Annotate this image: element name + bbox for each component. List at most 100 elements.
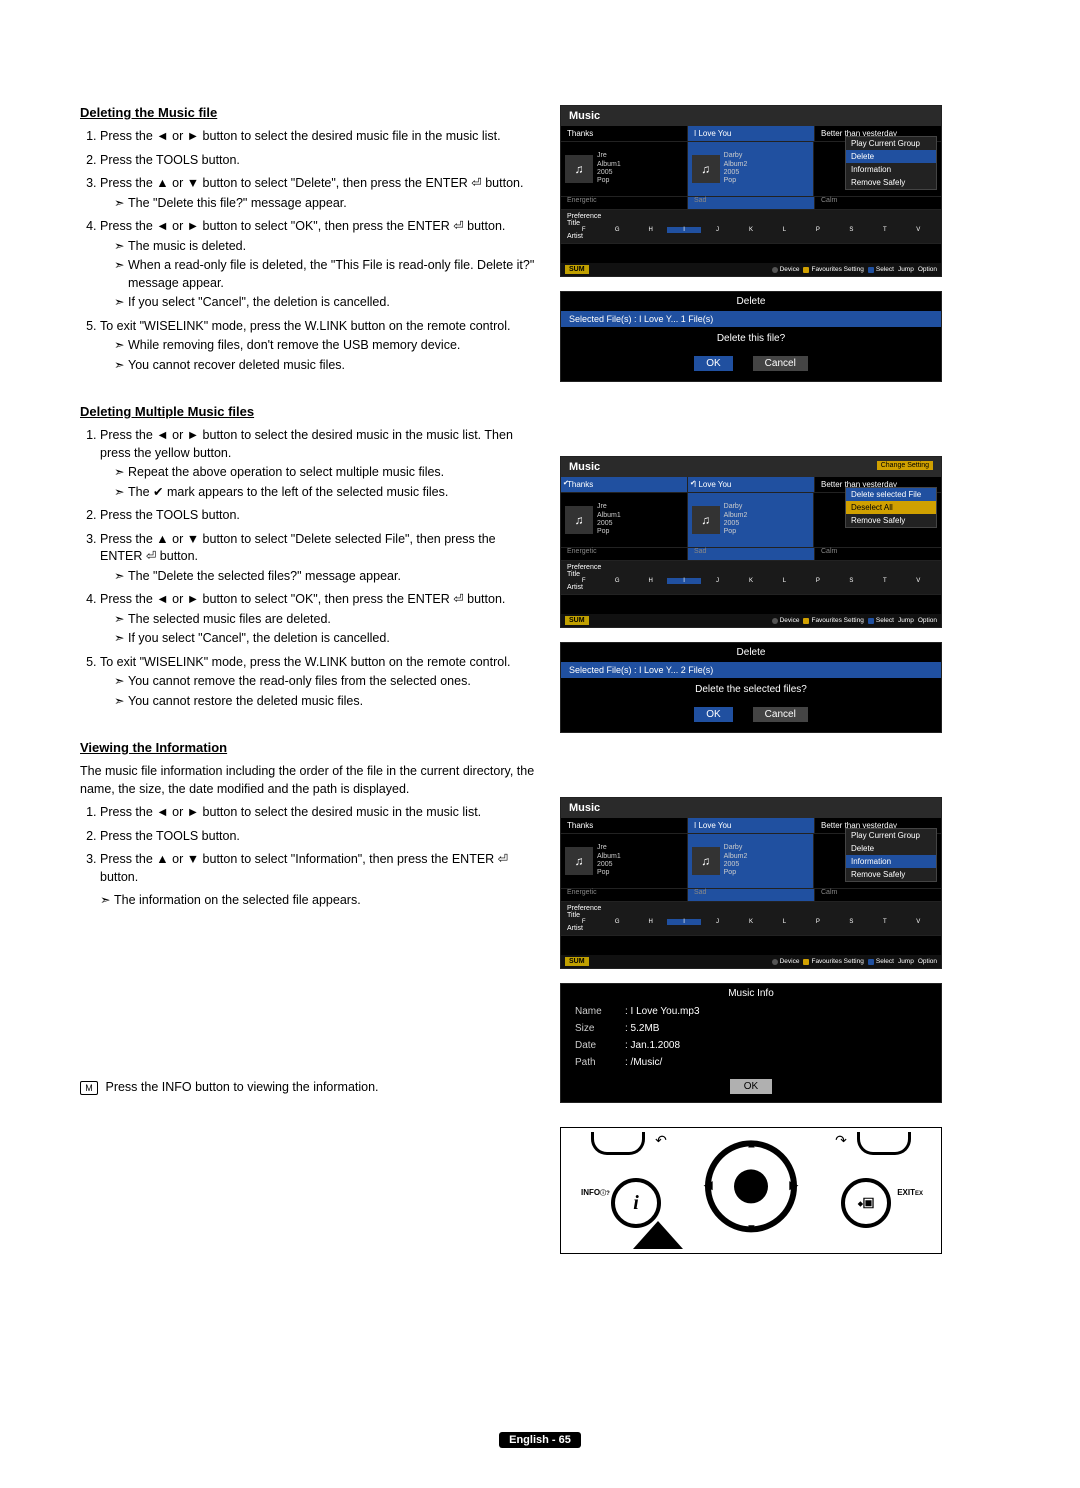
rating-label: Calm <box>815 197 941 209</box>
step-text: Press the ◄ or ► button to select the de… <box>100 129 501 143</box>
cancel-button[interactable]: Cancel <box>753 356 808 371</box>
step: To exit "WISELINK" mode, press the W.LIN… <box>100 654 540 711</box>
step: Press the ▲ or ▼ button to select "Infor… <box>100 851 540 886</box>
sum-badge: SUM <box>565 957 589 966</box>
pref-label: Preference <box>567 213 935 220</box>
step: Press the ▲ or ▼ button to select "Delet… <box>100 531 540 586</box>
tab-selected[interactable]: I Love You <box>688 126 815 141</box>
note: The information on the selected file app… <box>100 892 540 910</box>
music-icon: ♫ <box>565 506 593 534</box>
note: You cannot recover deleted music files. <box>114 357 540 375</box>
step-text: Press the ▲ or ▼ button to select "Infor… <box>100 852 508 884</box>
dialog-question: Delete the selected files? <box>561 678 941 701</box>
artist: Darby <box>724 152 743 159</box>
note: If you select "Cancel", the deletion is … <box>114 294 540 312</box>
tools-popup-menu: Play Current Group Delete Information Re… <box>845 136 937 190</box>
foot-select: Select <box>876 617 894 624</box>
tab-selected[interactable]: I Love You <box>688 818 815 833</box>
genre: Pop <box>724 177 736 184</box>
foot-option: Option <box>918 617 937 624</box>
music-item-selected[interactable]: ♫ DarbyAlbum22005Pop <box>688 493 815 547</box>
delete-selected-dialog: Delete Selected File(s) : I Love Y... 2 … <box>560 642 942 733</box>
album: Album1 <box>597 853 621 860</box>
menu-item[interactable]: Play Current Group <box>846 829 936 842</box>
info-key: Size <box>575 1023 625 1034</box>
dialog-selected-files: Selected File(s) : I Love Y... 1 File(s) <box>561 311 941 327</box>
sum-badge: SUM <box>565 616 589 625</box>
foot-fav: Favourites Setting <box>811 617 863 624</box>
menu-item[interactable]: Remove Safely <box>846 176 936 189</box>
change-setting-badge: Change Setting <box>877 461 933 470</box>
info-value: : /Music/ <box>625 1057 662 1068</box>
tab[interactable]: Thanks <box>561 126 688 141</box>
menu-item[interactable]: Remove Safely <box>846 514 936 527</box>
artist: Jre <box>597 152 607 159</box>
tab-checked-selected[interactable]: I Love You <box>688 477 815 492</box>
music-item-selected[interactable]: ♫ DarbyAlbum22005Pop <box>688 142 815 196</box>
menu-item[interactable]: Remove Safely <box>846 868 936 881</box>
arrow-down-icon[interactable]: ▼ <box>746 1222 757 1234</box>
foot-fav: Favourites Setting <box>811 266 863 273</box>
music-item[interactable]: ♫ JreAlbum12005Pop <box>561 834 688 888</box>
info-value: : 5.2MB <box>625 1023 659 1034</box>
tab-checked[interactable]: Thanks <box>561 477 688 492</box>
enter-button[interactable] <box>734 1169 768 1203</box>
artist: Darby <box>724 503 743 510</box>
ok-button[interactable]: OK <box>730 1079 772 1094</box>
ok-button[interactable]: OK <box>694 707 732 722</box>
note: Repeat the above operation to select mul… <box>114 464 540 482</box>
step-text: Press the TOOLS button. <box>100 508 240 522</box>
artist: Darby <box>724 844 743 851</box>
step-text: To exit "WISELINK" mode, press the W.LIN… <box>100 655 510 669</box>
dialog-title: Music Info <box>561 984 941 1003</box>
menu-item[interactable]: Play Current Group <box>846 137 936 150</box>
step: Press the ◄ or ► button to select the de… <box>100 804 540 822</box>
music-icon: ♫ <box>692 506 720 534</box>
info-button-note: M Press the INFO button to viewing the i… <box>80 1080 540 1095</box>
album: Album1 <box>597 161 621 168</box>
note: If you select "Cancel", the deletion is … <box>114 630 540 648</box>
note: You cannot remove the read-only files fr… <box>114 673 540 691</box>
section-intro: The music file information including the… <box>80 763 540 798</box>
menu-item-selected[interactable]: Delete selected File <box>846 488 936 501</box>
exit-button[interactable]: ⬩▣ <box>841 1178 891 1228</box>
footer-bar: SUM Device Favourites Setting Select Jum… <box>561 614 941 627</box>
music-list-screen-delete-selected: MusicChange Setting Thanks I Love You Be… <box>560 456 942 628</box>
step-text: Press the ◄ or ► button to select "OK", … <box>100 219 505 233</box>
menu-item-selected[interactable]: Information <box>846 855 936 868</box>
tools-popup-menu: Play Current Group Delete Information Re… <box>845 828 937 882</box>
ok-button[interactable]: OK <box>694 356 732 371</box>
rating-label: Energetic <box>561 889 688 901</box>
arrow-left-icon[interactable]: ◀ <box>704 1178 712 1191</box>
music-item[interactable]: ♫ JreAlbum12005Pop <box>561 493 688 547</box>
music-icon: ♫ <box>565 155 593 183</box>
remote-top-widget <box>857 1132 911 1155</box>
section-title: Deleting Multiple Music files <box>80 404 540 419</box>
foot-device: Device <box>780 617 800 624</box>
music-item[interactable]: ♫ JreAlbum12005Pop <box>561 142 688 196</box>
step: To exit "WISELINK" mode, press the W.LIN… <box>100 318 540 375</box>
step-text: Press the ◄ or ► button to select the de… <box>100 428 513 460</box>
rating-label: Sad <box>688 548 815 560</box>
preference-row: Preference Title FGHIJKLPSTV Artist <box>561 561 941 595</box>
exit-label: EXITEX <box>897 1188 923 1197</box>
menu-item-selected[interactable]: Delete <box>846 150 936 163</box>
music-item-selected[interactable]: ♫ DarbyAlbum22005Pop <box>688 834 815 888</box>
menu-item[interactable]: Information <box>846 163 936 176</box>
arrow-up-icon[interactable]: ▲ <box>746 1138 757 1150</box>
arrow-right-icon[interactable]: ▶ <box>790 1178 798 1191</box>
step: Press the ▲ or ▼ button to select "Delet… <box>100 175 540 212</box>
album: Album1 <box>597 512 621 519</box>
tools-popup-menu: Delete selected File Deselect All Remove… <box>845 487 937 528</box>
menu-item[interactable]: Deselect All <box>846 501 936 514</box>
cancel-button[interactable]: Cancel <box>753 707 808 722</box>
music-list-screen-delete: Music Thanks I Love You Better than yest… <box>560 105 942 277</box>
preference-row: Preference Title FGHIJKLPSTV Artist <box>561 902 941 936</box>
dialog-title: Delete <box>561 643 941 662</box>
tab[interactable]: Thanks <box>561 818 688 833</box>
menu-item[interactable]: Delete <box>846 842 936 855</box>
step-text: Press the TOOLS button. <box>100 829 240 843</box>
section-delete-music-file: Deleting the Music file Press the ◄ or ►… <box>80 105 540 374</box>
footer-bar: SUM Device Favourites Setting Select Jum… <box>561 955 941 968</box>
remote-diagram: ↶ ↷ ▲ ▼ ◀ ▶ INFOⓘ? EXITEX i ⬩▣ <box>560 1127 942 1254</box>
